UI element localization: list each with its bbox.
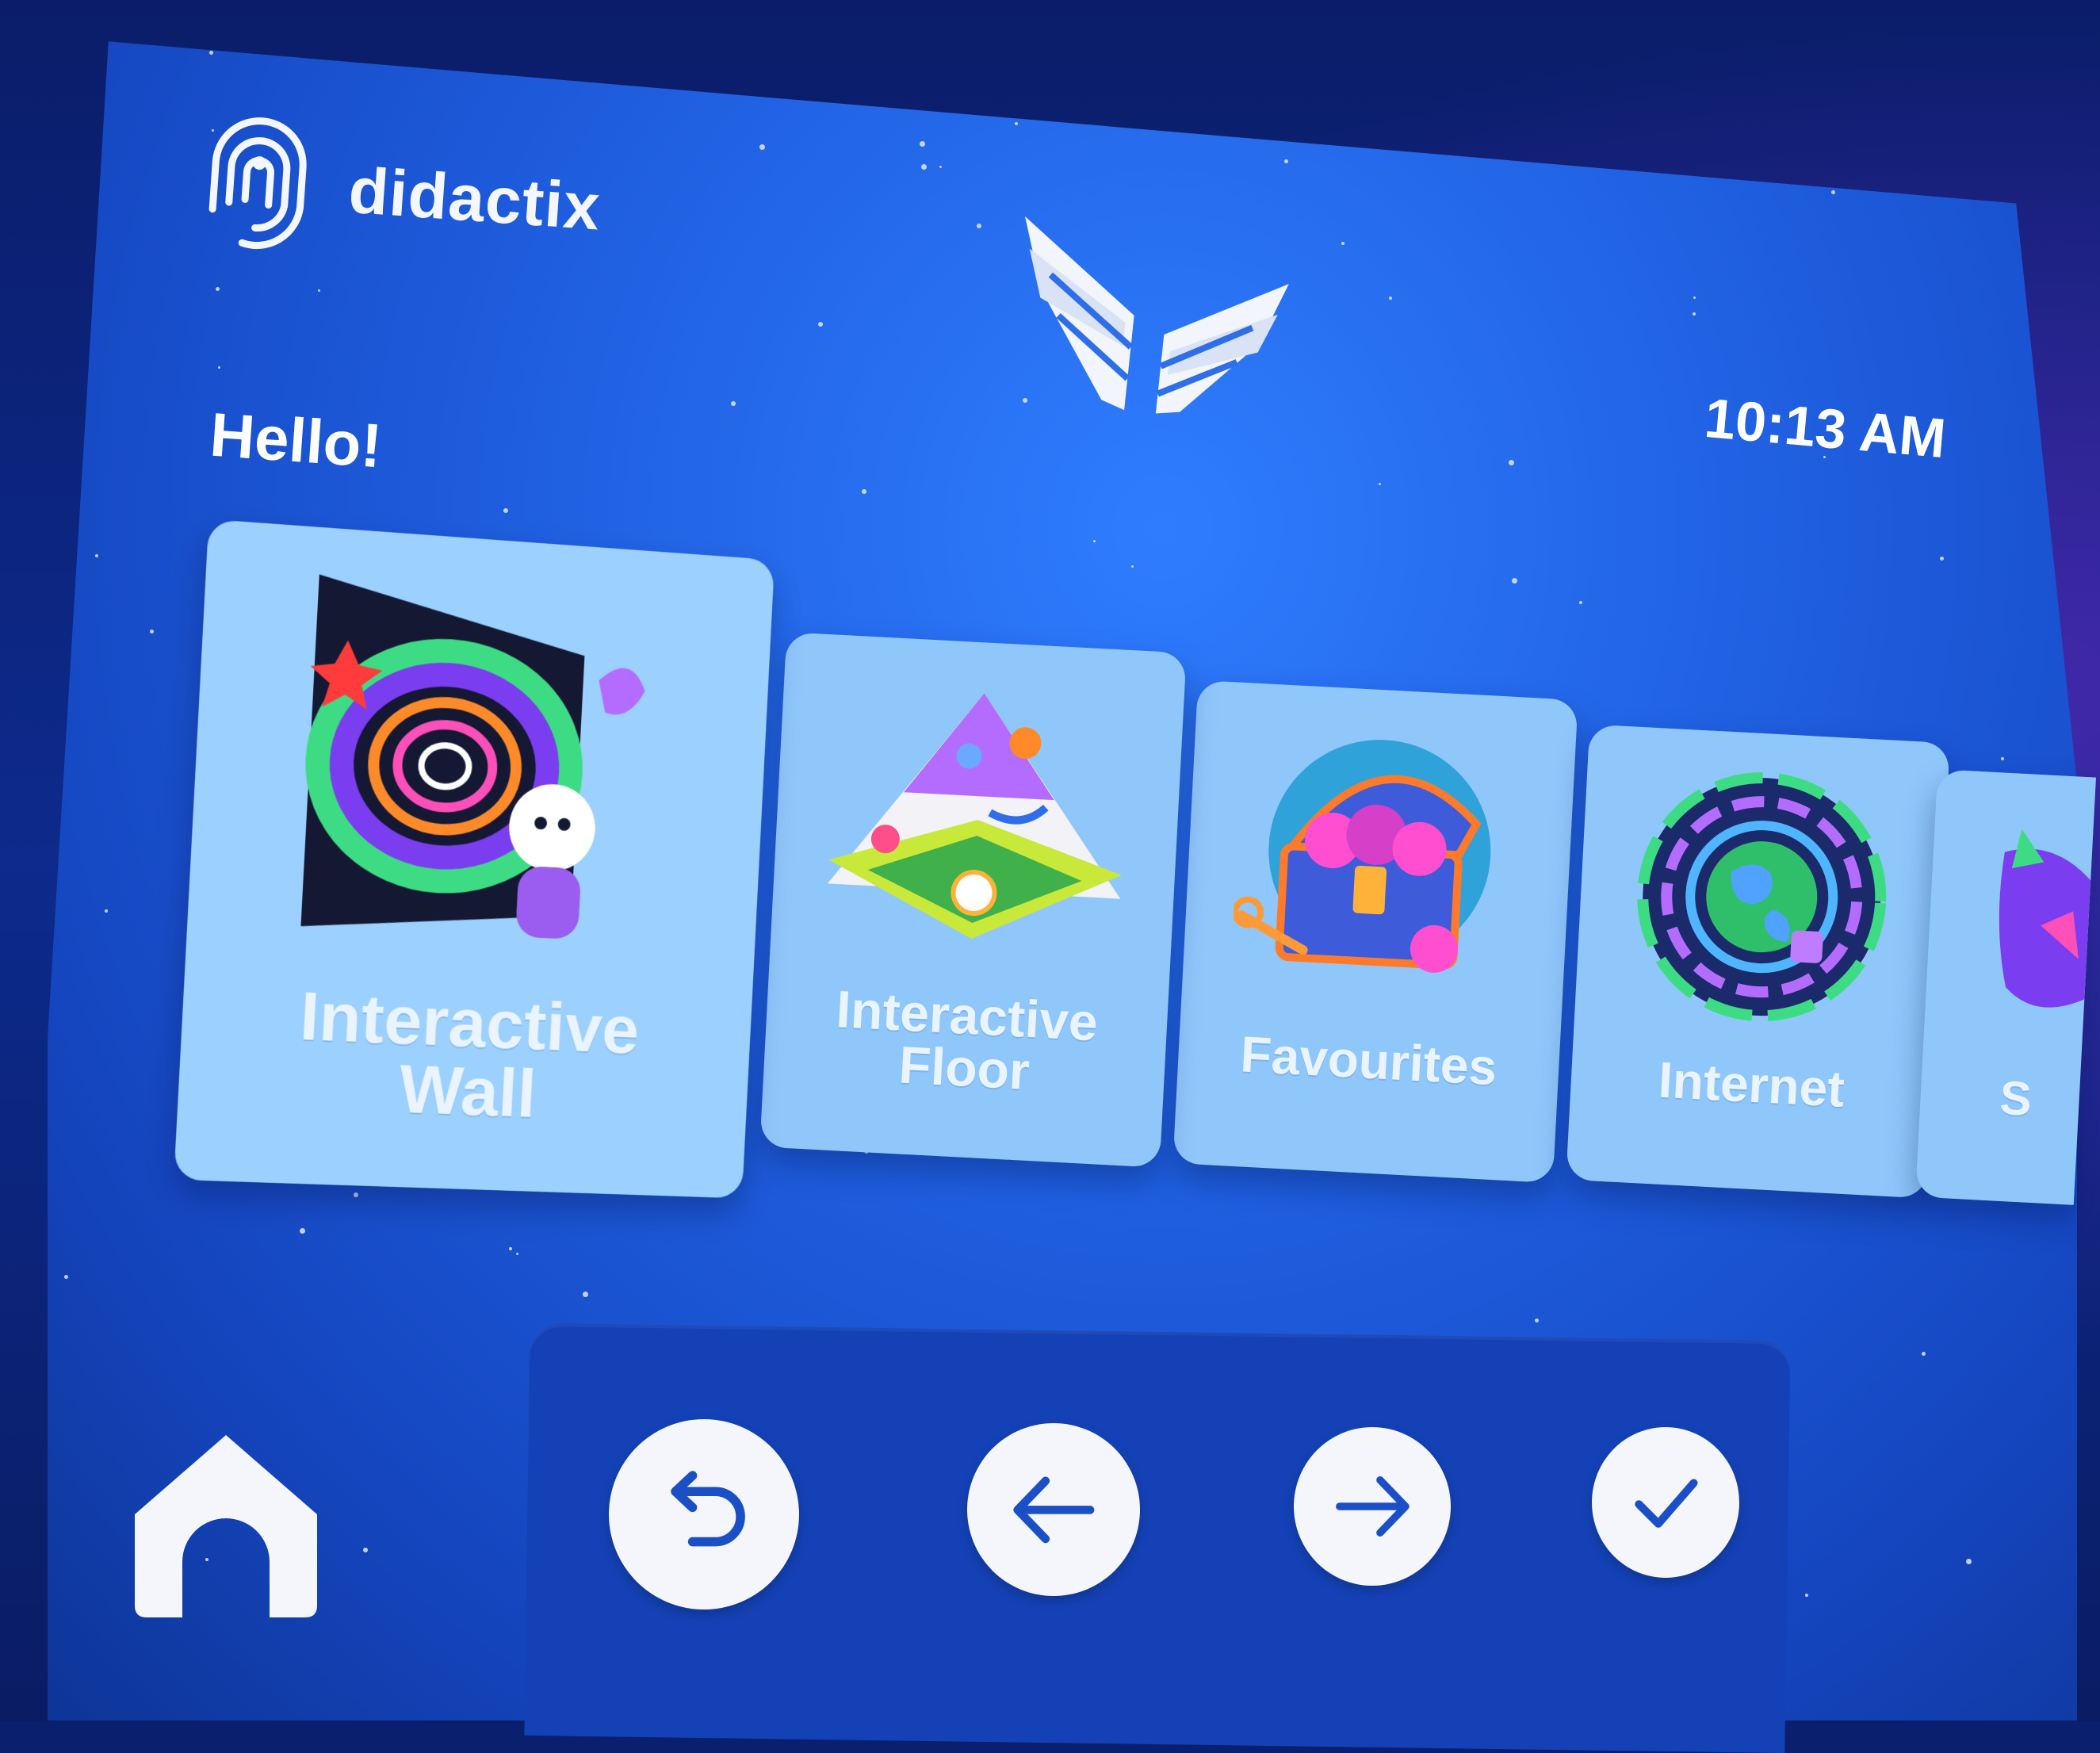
tile-interactive-floor[interactable]: Interactive Floor — [759, 632, 1186, 1168]
globe-portal-icon — [1628, 763, 1895, 1029]
tile-label: Internet — [1653, 1054, 1846, 1194]
tile-interactive-wall[interactable]: Interactive Wall — [174, 519, 775, 1199]
galaxy-portal-icon — [284, 565, 681, 959]
checkmark-icon — [1621, 1457, 1710, 1548]
undo-arrow-icon — [647, 1457, 761, 1571]
confirm-button[interactable] — [1592, 1427, 1739, 1578]
tile-art — [1922, 769, 2096, 1078]
tile-art — [1573, 724, 1950, 1068]
tile-internet[interactable]: Internet — [1566, 724, 1949, 1198]
tile-art — [1180, 680, 1578, 1046]
home-icon[interactable] — [119, 1427, 333, 1621]
arrow-right-icon — [1325, 1459, 1420, 1554]
tile-art — [185, 519, 775, 1002]
tile-label: S — [1915, 1070, 2080, 1205]
tile-label: Favourites — [1234, 1028, 1498, 1180]
previous-button[interactable] — [967, 1423, 1140, 1596]
tile-label: Interactive Wall — [291, 982, 641, 1195]
partial-tile-icon — [1923, 801, 2094, 1047]
next-button[interactable] — [1294, 1427, 1451, 1586]
pyramid-maze-icon — [817, 677, 1139, 955]
back-button[interactable] — [609, 1419, 799, 1609]
arrow-left-icon — [1002, 1458, 1106, 1562]
treasure-chest-icon — [1230, 725, 1528, 1001]
tile-partial[interactable]: S — [1915, 769, 2096, 1205]
tile-favourites[interactable]: Favourites — [1172, 680, 1578, 1183]
tile-label: Interactive Floor — [829, 982, 1100, 1164]
tile-art — [768, 632, 1186, 1000]
